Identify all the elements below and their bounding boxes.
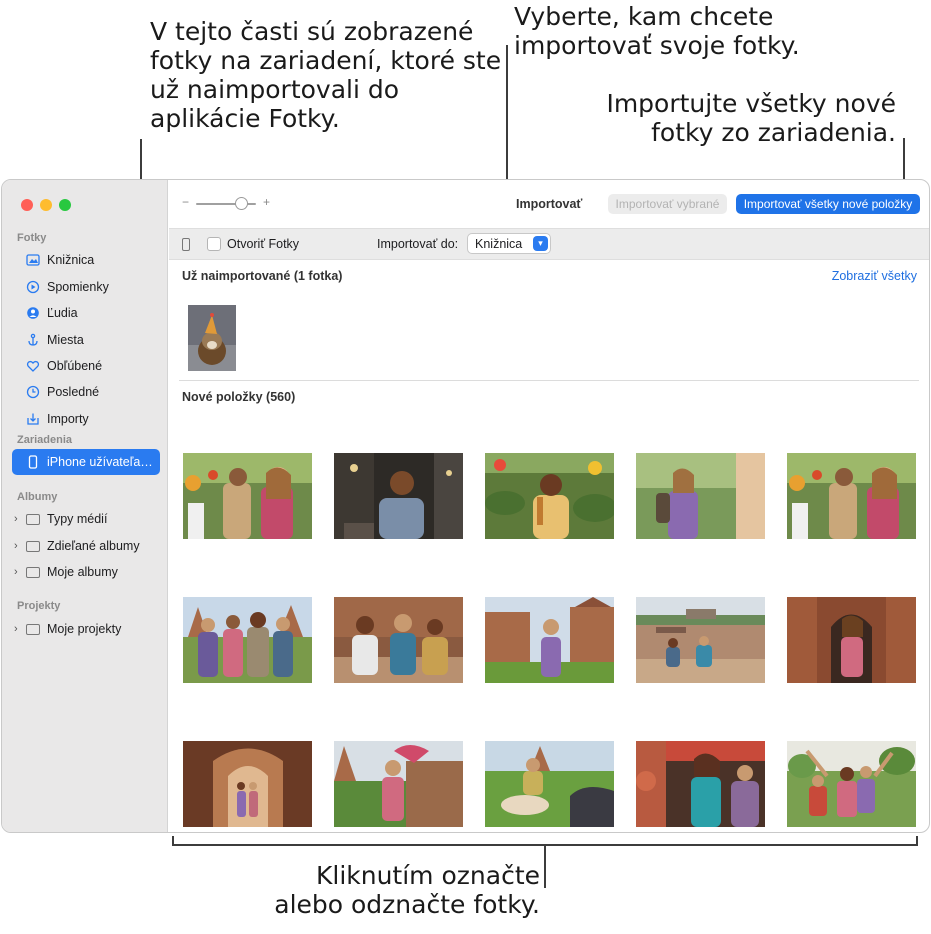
sidebar-item-imports[interactable]: Importy xyxy=(12,407,160,431)
photo-thumbnail[interactable] xyxy=(485,597,614,683)
sidebar-item-label: Knižnica xyxy=(47,253,95,267)
sidebar-section-devices: Zariadenia xyxy=(17,434,73,446)
photo-thumbnail[interactable] xyxy=(636,597,765,683)
open-photos-label: Otvoriť Fotky xyxy=(227,237,300,251)
chevron-right-icon[interactable]: › xyxy=(14,623,18,635)
photo-thumbnail[interactable] xyxy=(334,741,463,827)
sidebar-item-label: Obľúbené xyxy=(47,359,103,373)
photos-window: Fotky Knižnica Spomienky Ľudia Miesta Ob… xyxy=(1,179,930,833)
minimize-button[interactable] xyxy=(40,199,52,211)
heart-icon xyxy=(26,360,40,372)
sidebar-item-label: Ľudia xyxy=(47,306,78,320)
bracket-line xyxy=(172,836,174,845)
photo-thumbnail[interactable] xyxy=(787,741,916,827)
chevron-down-icon: ▾ xyxy=(533,236,548,251)
sidebar-item-label: Typy médií xyxy=(47,512,108,526)
sidebar: Fotky Knižnica Spomienky Ľudia Miesta Ob… xyxy=(2,180,168,832)
folder-icon xyxy=(26,513,40,525)
sidebar-item-label: Miesta xyxy=(47,333,84,347)
callout-import-all: Importujte všetky nové fotky zo zariaden… xyxy=(606,89,896,147)
folder-icon xyxy=(26,623,40,635)
sidebar-item-label: Moje albumy xyxy=(47,565,118,579)
import-destination-value: Knižnica xyxy=(475,236,523,251)
chevron-right-icon[interactable]: › xyxy=(14,513,18,525)
photo-thumbnail[interactable] xyxy=(636,453,765,539)
toolbar-title: Importovať xyxy=(516,197,583,211)
places-icon xyxy=(28,333,38,346)
sidebar-section-albums: Albumy xyxy=(17,491,58,503)
sidebar-item-iphone[interactable]: iPhone užívateľa… xyxy=(12,449,160,475)
import-selected-button[interactable]: Importovať vybrané xyxy=(608,194,727,214)
folder-icon xyxy=(26,540,40,552)
photo-thumbnail[interactable] xyxy=(636,741,765,827)
sidebar-group-my-albums[interactable]: › Moje albumy xyxy=(12,560,160,584)
iphone-icon xyxy=(28,455,38,469)
photo-thumbnail[interactable] xyxy=(485,453,614,539)
sidebar-item-memories[interactable]: Spomienky xyxy=(12,275,160,299)
chevron-right-icon[interactable]: › xyxy=(14,540,18,552)
callout-destination: Vyberte, kam chcete importovať svoje fot… xyxy=(514,2,800,60)
sidebar-item-label: Moje projekty xyxy=(47,622,122,636)
sidebar-item-label: iPhone užívateľa… xyxy=(47,455,153,469)
library-icon xyxy=(26,254,40,266)
sidebar-item-label: Importy xyxy=(47,412,89,426)
already-imported-title: Už naimportované (1 fotka) xyxy=(182,269,343,283)
memories-icon xyxy=(26,280,40,294)
import-view: − + Importovať Importovať vybrané Import… xyxy=(169,180,929,832)
imports-icon xyxy=(27,413,39,425)
sidebar-item-label: Zdieľané albumy xyxy=(47,539,140,553)
photo-thumbnail[interactable] xyxy=(183,741,312,827)
folder-icon xyxy=(26,566,40,578)
imported-photo[interactable] xyxy=(188,305,236,371)
section-divider xyxy=(179,380,919,381)
photo-thumbnail[interactable] xyxy=(334,597,463,683)
chevron-right-icon[interactable]: › xyxy=(14,566,18,578)
photo-thumbnail[interactable] xyxy=(183,453,312,539)
sidebar-item-library[interactable]: Knižnica xyxy=(12,248,160,272)
photo-thumbnail[interactable] xyxy=(334,453,463,539)
photo-thumbnail[interactable] xyxy=(787,453,916,539)
zoom-slider-knob[interactable] xyxy=(235,197,248,210)
callout-line xyxy=(544,844,546,888)
sidebar-item-places[interactable]: Miesta xyxy=(12,328,160,352)
photo-thumbnail[interactable] xyxy=(485,741,614,827)
sidebar-section-photos: Fotky xyxy=(17,232,47,244)
photo-thumbnail[interactable] xyxy=(183,597,312,683)
import-all-button[interactable]: Importovať všetky nové položky xyxy=(736,194,920,214)
zoom-button[interactable] xyxy=(59,199,71,211)
sidebar-section-projects: Projekty xyxy=(17,600,61,612)
import-options-bar: Otvoriť Fotky Importovať do: Knižnica ▾ xyxy=(169,228,929,260)
show-all-link[interactable]: Zobraziť všetky xyxy=(832,269,917,283)
zoom-out-label: − xyxy=(182,195,190,209)
sidebar-item-people[interactable]: Ľudia xyxy=(12,301,160,325)
iphone-icon xyxy=(182,238,190,251)
import-destination-select[interactable]: Knižnica ▾ xyxy=(467,233,551,254)
zoom-in-label: + xyxy=(263,195,271,209)
sidebar-item-label: Spomienky xyxy=(47,280,109,294)
sidebar-group-shared-albums[interactable]: › Zdieľané albumy xyxy=(12,534,160,558)
toolbar: − + Importovať Importovať vybrané Import… xyxy=(169,180,929,228)
close-button[interactable] xyxy=(21,199,33,211)
bracket-line xyxy=(916,836,918,845)
clock-icon xyxy=(26,385,40,399)
new-items-title: Nové položky (560) xyxy=(182,390,296,404)
sidebar-item-favorites[interactable]: Obľúbené xyxy=(12,354,160,378)
sidebar-item-recents[interactable]: Posledné xyxy=(12,380,160,404)
callout-select: Kliknutím označte alebo odznačte fotky. xyxy=(274,861,540,919)
people-icon xyxy=(27,307,39,319)
sidebar-item-label: Posledné xyxy=(47,385,100,399)
photo-thumbnail[interactable] xyxy=(787,597,916,683)
import-to-label: Importovať do: xyxy=(377,237,459,251)
open-photos-checkbox[interactable] xyxy=(207,237,221,251)
sidebar-group-media-types[interactable]: › Typy médií xyxy=(12,507,160,531)
sidebar-group-my-projects[interactable]: › Moje projekty xyxy=(12,617,160,641)
callout-imported: V tejto časti sú zobrazené fotky na zari… xyxy=(150,17,502,133)
